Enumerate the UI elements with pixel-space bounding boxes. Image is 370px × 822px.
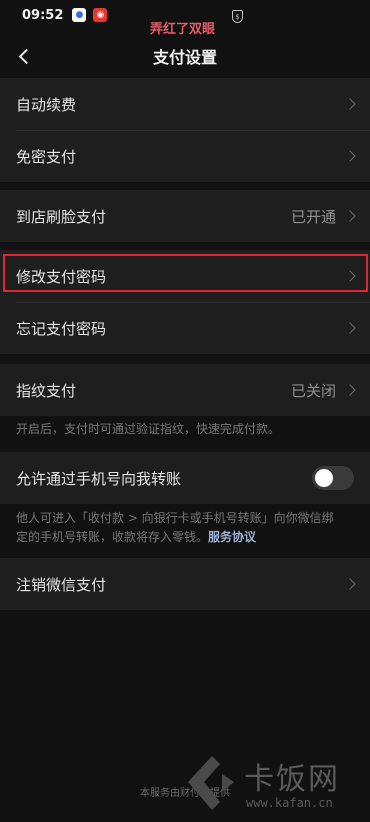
group-cancel: 注销微信支付 xyxy=(0,558,370,610)
row-label: 允许通过手机号向我转账 xyxy=(16,469,182,488)
row-label: 免密支付 xyxy=(16,147,77,166)
shield-icon: $ xyxy=(232,10,243,23)
row-label: 指纹支付 xyxy=(16,381,77,400)
row-label: 自动续费 xyxy=(16,95,77,114)
group-phone-transfer: 允许通过手机号向我转账 xyxy=(0,452,370,504)
watermark-name: 卡饭网 xyxy=(244,762,340,797)
watermark-url: www.kafan.cn xyxy=(246,796,333,810)
row-fingerprint[interactable]: 指纹支付 已关闭 xyxy=(0,364,370,416)
chevron-right-icon xyxy=(344,98,356,110)
chevron-right-icon xyxy=(344,270,356,282)
phone-transfer-hint: 他人可进入「收付款 > 向银行卡或手机号转账」向你微信绑 定的手机号转账，收款将… xyxy=(16,509,334,547)
page-title: 支付设置 xyxy=(152,48,217,67)
row-label: 忘记支付密码 xyxy=(16,319,107,338)
kafan-logo-icon xyxy=(188,756,234,810)
row-change-password[interactable]: 修改支付密码 xyxy=(0,250,370,302)
back-button[interactable] xyxy=(12,44,36,68)
row-password-free[interactable]: 免密支付 xyxy=(0,130,370,182)
chevron-left-icon xyxy=(18,48,34,64)
status-time: 09:52 xyxy=(22,7,64,23)
row-value: 已关闭 xyxy=(290,381,336,400)
row-value: 已开通 xyxy=(290,207,336,226)
chevron-right-icon xyxy=(344,150,356,162)
chevron-right-icon xyxy=(344,210,356,222)
overlay-caption: 弄红了双眼 xyxy=(150,22,216,37)
group-autopay: 自动续费 免密支付 xyxy=(0,78,370,182)
watermark: 卡饭网 www.kafan.cn xyxy=(182,748,368,822)
toggle-knob xyxy=(315,469,333,487)
chevron-right-icon xyxy=(344,384,356,396)
chevron-right-icon xyxy=(344,322,356,334)
row-face-pay[interactable]: 到店刷脸支付 已开通 xyxy=(0,190,370,242)
nav-bar: 支付设置 xyxy=(0,36,370,76)
row-label: 到店刷脸支付 xyxy=(16,207,107,226)
service-agreement-link[interactable]: 服务协议 xyxy=(208,530,256,544)
row-cancel-wechat-pay[interactable]: 注销微信支付 xyxy=(0,558,370,610)
chevron-right-icon xyxy=(344,578,356,590)
hint-line-1: 他人可进入「收付款 > 向银行卡或手机号转账」向你微信绑 xyxy=(16,511,334,525)
baidu-app-icon: ● xyxy=(72,8,87,22)
group-password: 修改支付密码 忘记支付密码 xyxy=(0,250,370,354)
group-fingerprint: 指纹支付 已关闭 xyxy=(0,364,370,416)
group-face-pay: 到店刷脸支付 已开通 xyxy=(0,190,370,242)
fingerprint-hint: 开启后，支付时可通过验证指纹，快速完成付款。 xyxy=(16,422,281,436)
row-phone-transfer: 允许通过手机号向我转账 xyxy=(0,452,370,504)
hint-line-2: 定的手机号转账，收款将存入零钱。 xyxy=(16,530,209,544)
phone-transfer-toggle[interactable] xyxy=(312,466,354,490)
row-forgot-password[interactable]: 忘记支付密码 xyxy=(0,302,370,354)
weibo-app-icon: ◉ xyxy=(93,8,108,22)
row-label: 修改支付密码 xyxy=(16,267,107,286)
row-label: 注销微信支付 xyxy=(16,575,107,594)
row-auto-renew[interactable]: 自动续费 xyxy=(0,78,370,130)
